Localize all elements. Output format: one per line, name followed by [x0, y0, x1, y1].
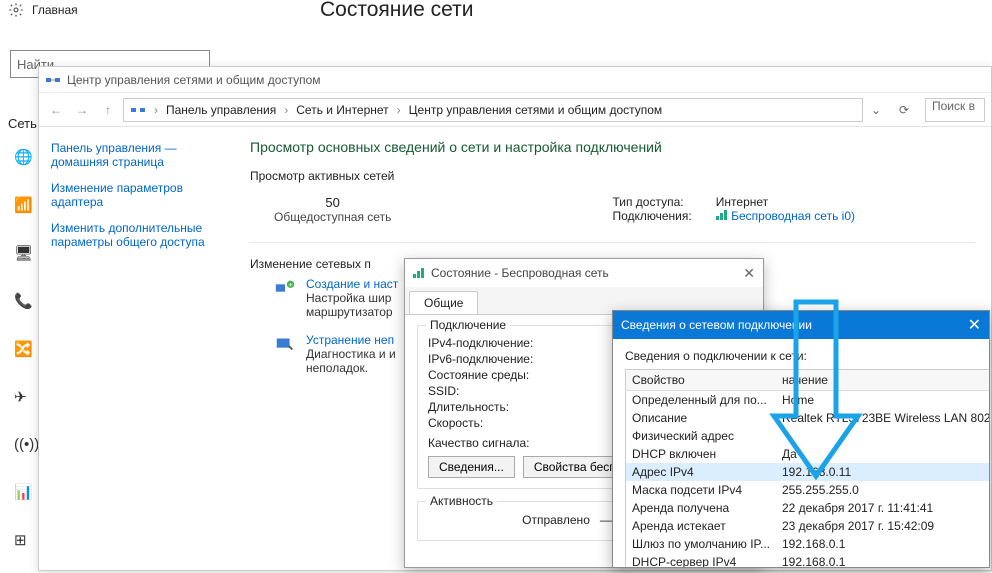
- table-row: Шлюз по умолчанию IP...192.168.0.1: [626, 535, 990, 553]
- access-value: Интернет: [716, 195, 768, 209]
- svg-text:+: +: [288, 280, 292, 289]
- details-subtitle: Сведения о подключении к сети:: [625, 349, 977, 363]
- activity-icon: —: [600, 513, 612, 527]
- nav-forward[interactable]: →: [71, 99, 93, 121]
- nav-up[interactable]: ↑: [97, 99, 119, 121]
- network-type: Общедоступная сеть: [274, 210, 391, 224]
- tab-general[interactable]: Общие: [409, 291, 478, 314]
- col-value[interactable]: начение: [776, 370, 989, 391]
- task-create-title[interactable]: Создание и наст: [306, 277, 398, 291]
- details-table: Свойство начение Определенный для по...H…: [625, 369, 989, 567]
- refresh-button[interactable]: ⟳: [893, 99, 915, 121]
- cp-main-heading: Просмотр основных сведений о сети и наст…: [250, 139, 975, 155]
- status-icon[interactable]: 🌐: [14, 148, 39, 166]
- conn-label: Подключения:: [612, 209, 712, 223]
- prop-speed-lbl: Скорость:: [428, 416, 483, 430]
- breadcrumb-icon: [130, 102, 146, 118]
- network-center-icon: [45, 72, 61, 88]
- table-row: DHCP-сервер IPv4192.168.0.1: [626, 553, 990, 567]
- active-network-info: Тип доступа: Интернет Подключения: Беспр…: [612, 195, 855, 224]
- network-name: 50: [274, 195, 391, 210]
- details-rows: Определенный для по...Home ОписаниеRealt…: [626, 391, 990, 568]
- crumb-1[interactable]: Сеть и Интернет: [296, 103, 388, 117]
- group-connection-legend: Подключение: [426, 318, 510, 332]
- vpn-icon[interactable]: 🔀: [14, 340, 39, 358]
- wifi-icon[interactable]: 📶: [14, 196, 39, 214]
- active-network-row: 50 Общедоступная сеть Тип доступа: Интер…: [250, 189, 975, 243]
- dialup-icon[interactable]: 📞: [14, 292, 39, 310]
- prop-ipv6-lbl: IPv6-подключение:: [428, 352, 533, 366]
- side-label: Сеть: [8, 116, 37, 131]
- col-property[interactable]: Свойство: [626, 370, 777, 391]
- task-create-desc2: маршрутизатор: [306, 305, 398, 319]
- prop-ipv4-lbl: IPv4-подключение:: [428, 336, 533, 350]
- crumb-2[interactable]: Центр управления сетями и общим доступом: [409, 103, 663, 117]
- table-row: Аренда истекает23 декабря 2017 г. 15:42:…: [626, 517, 990, 535]
- prop-media-lbl: Состояние среды:: [428, 368, 529, 382]
- table-row: ОписаниеRealtek RTL3723BE Wireless LAN 8…: [626, 409, 990, 427]
- hotspot-icon[interactable]: ((•)): [14, 436, 39, 453]
- table-row: Физический адрес: [626, 427, 990, 445]
- ethernet-icon[interactable]: 🖥: [14, 244, 39, 262]
- data-icon[interactable]: 📊: [14, 483, 39, 501]
- status-dialog-title: Состояние - Беспроводная сеть ✕: [405, 259, 763, 287]
- status-title-text: Состояние - Беспроводная сеть: [431, 266, 609, 280]
- signal-icon: [413, 268, 425, 278]
- prop-duration-lbl: Длительность:: [428, 400, 509, 414]
- breadcrumb[interactable]: Панель управления Сеть и Интернет Центр …: [123, 98, 863, 122]
- group-activity-legend: Активность: [426, 494, 497, 508]
- airplane-icon[interactable]: ✈: [14, 388, 39, 406]
- page-title: Состояние сети: [320, 0, 992, 22]
- cp-left-link-adapter[interactable]: Изменение параметров адаптера: [51, 181, 222, 209]
- active-network-name-block: 50 Общедоступная сеть: [274, 195, 391, 224]
- details-dialog-title: Сведения о сетевом подключении ✕: [613, 311, 989, 339]
- cp-left-link-sharing[interactable]: Изменить дополнительные параметры общего…: [51, 221, 222, 249]
- details-dialog: Сведения о сетевом подключении ✕ Сведени…: [612, 310, 990, 568]
- cp-left-link-home[interactable]: Панель управления — домашняя страница: [51, 141, 222, 169]
- proxy-icon[interactable]: ⊞: [14, 531, 39, 549]
- table-row: DHCP включенДа: [626, 445, 990, 463]
- cp-search[interactable]: Поиск в: [925, 98, 985, 122]
- details-close-button[interactable]: ✕: [968, 315, 981, 335]
- gear-icon: [8, 2, 24, 18]
- task-troubleshoot-desc2: неполадок.: [306, 361, 396, 375]
- home-label[interactable]: Главная: [32, 3, 78, 17]
- signal-icon: [716, 210, 728, 220]
- cp-title-text: Центр управления сетями и общим доступом: [67, 73, 321, 87]
- cp-left-pane: Панель управления — домашняя страница Из…: [39, 127, 234, 570]
- section-active-label: Просмотр активных сетей: [250, 169, 975, 183]
- cp-search-placeholder: Поиск в: [932, 99, 975, 113]
- nav-back[interactable]: ←: [45, 99, 67, 121]
- cp-window-title: Центр управления сетями и общим доступом: [39, 67, 991, 93]
- crumb-0[interactable]: Панель управления: [166, 103, 276, 117]
- details-title-text: Сведения о сетевом подключении: [621, 318, 812, 332]
- access-label: Тип доступа:: [612, 195, 712, 209]
- cp-toolbar: ← → ↑ Панель управления Сеть и Интернет …: [39, 93, 991, 127]
- table-row: Маска подсети IPv4255.255.255.0: [626, 481, 990, 499]
- sent-label: Отправлено: [522, 513, 590, 527]
- side-icons: 🌐 📶 🖥 📞 🔀 ✈ ((•)) 📊 ⊞: [14, 148, 39, 549]
- task-troubleshoot-desc1: Диагностика и и: [306, 347, 396, 361]
- connection-link[interactable]: Беспроводная сеть i0): [731, 209, 855, 223]
- details-button[interactable]: Сведения...: [428, 456, 515, 478]
- settings-home-row: Главная: [8, 2, 78, 18]
- task-troubleshoot-title[interactable]: Устранение неп: [306, 333, 396, 347]
- details-body: Сведения о подключении к сети: Свойство …: [613, 339, 989, 567]
- troubleshoot-icon: [274, 333, 296, 355]
- table-row: Аренда получена22 декабря 2017 г. 11:41:…: [626, 499, 990, 517]
- prop-ssid-lbl: SSID:: [428, 384, 459, 398]
- table-row: Адрес IPv4192.168.0.11: [626, 463, 990, 481]
- prop-signal-lbl: Качество сигнала:: [428, 436, 529, 450]
- table-row: Определенный для по...Home: [626, 391, 990, 410]
- status-close-button[interactable]: ✕: [743, 265, 755, 282]
- breadcrumb-dropdown[interactable]: ⌄: [867, 103, 885, 117]
- create-connection-icon: +: [274, 277, 296, 299]
- task-create-desc1: Настройка шир: [306, 291, 398, 305]
